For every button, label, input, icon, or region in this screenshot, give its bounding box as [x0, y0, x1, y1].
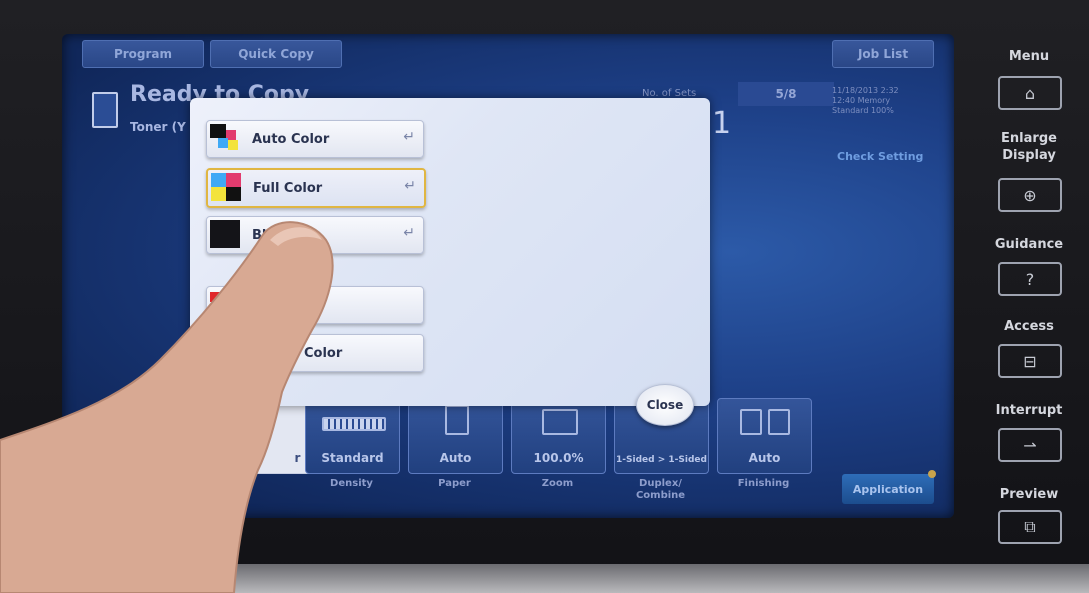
- full-color-swatch-icon: [211, 173, 245, 203]
- option-label: Color: [304, 345, 343, 361]
- paper-value: Auto: [439, 451, 472, 465]
- auto-color-option[interactable]: Auto Color ↵: [206, 120, 424, 158]
- check-setting-link[interactable]: Check Setting: [837, 150, 923, 163]
- density-value: Standard: [321, 451, 384, 465]
- home-icon[interactable]: ⌂: [998, 76, 1062, 110]
- black-swatch-icon: [210, 220, 244, 250]
- color-swatch-icon: [210, 338, 244, 368]
- density-button[interactable]: Standard: [305, 398, 400, 474]
- option-label: Bla: [252, 227, 276, 243]
- single-color-option[interactable]: [206, 286, 424, 324]
- copies-number: 1: [712, 106, 732, 141]
- two-color-option[interactable]: Color: [206, 334, 424, 372]
- info-line: 12:40 Memory: [832, 96, 891, 105]
- copies-count: 5/8: [738, 82, 834, 106]
- color-select-dialog: Auto Color ↵ Full Color ↵ Bla ↵ Color: [190, 98, 710, 406]
- paper-button[interactable]: Auto: [408, 398, 503, 474]
- close-button[interactable]: Close: [636, 384, 694, 426]
- device-bezel-bottom: [0, 564, 1089, 593]
- finishing-button[interactable]: Auto: [717, 398, 812, 474]
- zoom-value: 100.0%: [533, 451, 584, 465]
- access-icon[interactable]: ⊟: [998, 344, 1062, 378]
- help-icon[interactable]: ?: [998, 262, 1062, 296]
- enter-icon: ↵: [404, 178, 416, 194]
- zoom-label: Zoom: [541, 478, 574, 489]
- enter-icon: ↵: [403, 225, 415, 241]
- zoom-button[interactable]: 100.0%: [511, 398, 606, 474]
- tab-job-list[interactable]: Job List: [832, 40, 934, 68]
- interrupt-label: Interrupt: [995, 403, 1063, 418]
- enter-icon: ↵: [403, 129, 415, 145]
- paper-icon: [445, 405, 469, 435]
- option-label: Full Color: [253, 180, 323, 196]
- density-icon: [322, 417, 386, 431]
- guidance-label: Guidance: [994, 237, 1064, 252]
- preview-icon[interactable]: ⧉: [998, 510, 1062, 544]
- red-swatch-icon: [210, 290, 244, 320]
- duplex-value: 1-Sided > 1-Sided: [616, 455, 707, 465]
- access-label: Access: [1004, 319, 1054, 334]
- tab-quick-copy[interactable]: Quick Copy: [210, 40, 342, 68]
- density-label: Density: [330, 478, 373, 489]
- copier-device: Program Quick Copy Job List Ready to Cop…: [0, 0, 1089, 593]
- finishing-icon: [740, 409, 762, 435]
- info-panel: 11/18/2013 2:32 12:40 Memory Standard 10…: [832, 86, 942, 136]
- auto-color-swatch-icon: [210, 124, 244, 154]
- finishing-label: Finishing: [737, 478, 790, 489]
- document-icon: [92, 92, 118, 128]
- zoom-in-icon[interactable]: ⊕: [998, 178, 1062, 212]
- status-subtitle: Toner (Y: [130, 120, 186, 134]
- preview-label: Preview: [999, 487, 1059, 502]
- duplex-label: Duplex/ Combine: [635, 478, 686, 501]
- notification-dot: [928, 470, 936, 478]
- finishing-icon: [768, 409, 790, 435]
- info-line: 11/18/2013 2:32: [832, 86, 899, 95]
- interrupt-icon[interactable]: ⇀: [998, 428, 1062, 462]
- finishing-value: Auto: [748, 451, 781, 465]
- full-color-option[interactable]: Full Color ↵: [206, 168, 426, 208]
- info-line: Standard 100%: [832, 106, 894, 115]
- menu-label: Menu: [1008, 49, 1050, 64]
- tab-program[interactable]: Program: [82, 40, 204, 68]
- zoom-icon: [542, 409, 578, 435]
- option-label: Auto Color: [252, 131, 330, 147]
- paper-label: Paper: [438, 478, 471, 489]
- enlarge-display-label: Enlarge Display: [1001, 131, 1057, 163]
- black-option[interactable]: Bla ↵: [206, 216, 424, 254]
- application-button[interactable]: Application: [842, 474, 934, 504]
